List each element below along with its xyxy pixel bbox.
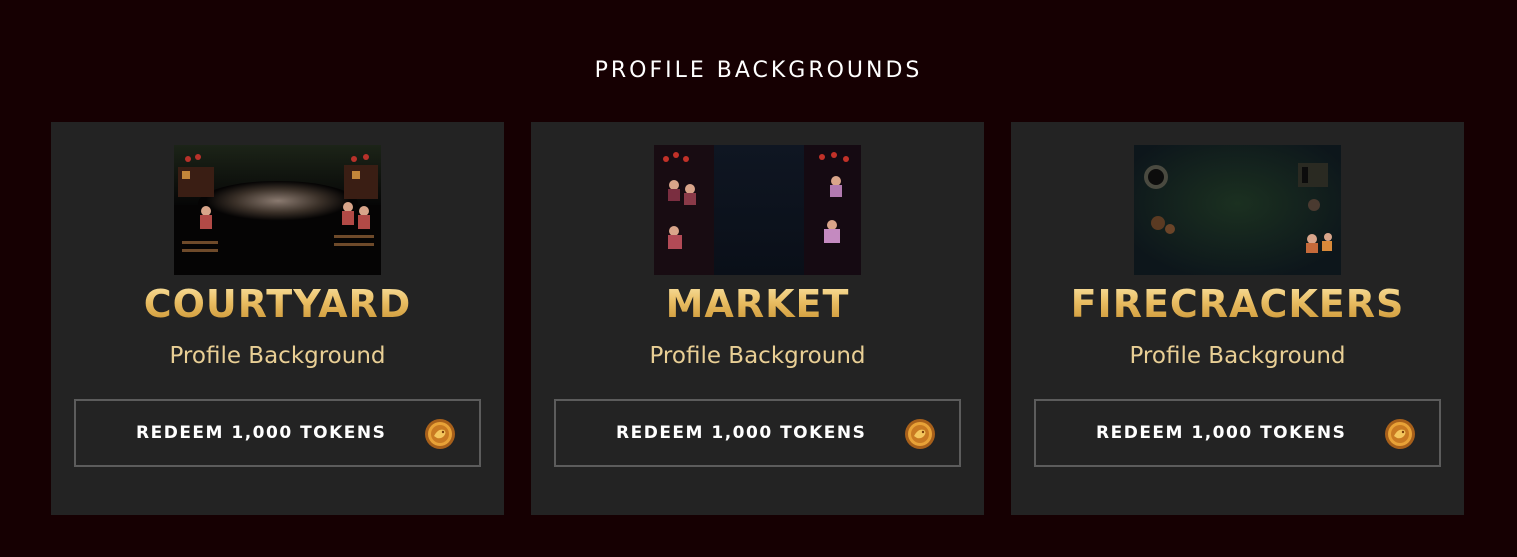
token-coin-icon [424,418,456,450]
redeem-button-label: REDEEM 1,000 TOKENS [136,423,387,443]
token-coin-icon [1384,418,1416,450]
redeem-button-firecrackers[interactable]: REDEEM 1,000 TOKENS [1034,399,1441,467]
reward-card-market: MARKET Profile Background REDEEM 1,000 T… [531,122,984,515]
card-title: COURTYARD [51,282,504,326]
card-subtitle: Profile Background [1129,343,1346,369]
card-title: FIRECRACKERS [1011,282,1464,326]
reward-card-courtyard: COURTYARD Profile Background REDEEM 1,00… [51,122,504,515]
redeem-button-label: REDEEM 1,000 TOKENS [616,423,867,443]
token-coin-icon [904,418,936,450]
card-list: COURTYARD Profile Background REDEEM 1,00… [51,122,1464,515]
reward-card-firecrackers: FIRECRACKERS Profile Background REDEEM 1… [1011,122,1464,515]
courtyard-thumbnail [174,145,381,275]
card-subtitle: Profile Background [649,343,866,369]
redeem-button-courtyard[interactable]: REDEEM 1,000 TOKENS [74,399,481,467]
card-subtitle: Profile Background [169,343,386,369]
section-title: PROFILE BACKGROUNDS [594,58,923,83]
card-title: MARKET [531,282,984,326]
redeem-button-label: REDEEM 1,000 TOKENS [1096,423,1347,443]
redeem-button-market[interactable]: REDEEM 1,000 TOKENS [554,399,961,467]
market-thumbnail [654,145,861,275]
firecrackers-thumbnail [1134,145,1341,275]
